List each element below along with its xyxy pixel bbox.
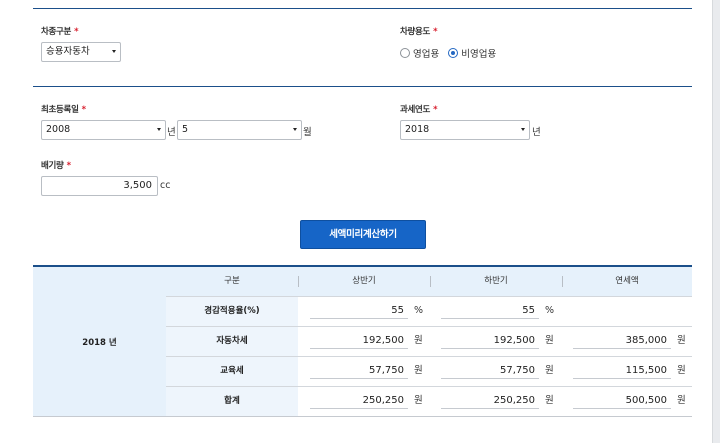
tax-result-table: 2018 년 구분 상반기 하반기 연세액 경감적용율(%) 55 % 55 %… [33,265,692,417]
result-table-header: 구분 상반기 하반기 연세액 [166,267,692,296]
registration-month-unit: 월 [303,127,312,138]
section-divider [33,86,692,87]
first-half-value: 55 [310,303,408,319]
tax-year-unit: 년 [532,127,541,138]
registration-year-select[interactable]: 2008 [41,120,166,140]
usage-label-commercial: 영업용 [413,49,440,60]
first-half-unit: % [414,305,424,316]
chevron-down-icon [112,50,116,53]
annual-unit: 원 [677,335,686,346]
row-label: 합계 [166,387,298,416]
calculate-tax-button[interactable]: 세액미리계산하기 [300,220,426,249]
vehicle-type-select[interactable]: 승용자동차 [41,42,121,62]
chevron-down-icon [521,128,525,131]
vehicle-usage-label: 차량용도 * [400,27,438,37]
first-half-unit: 원 [414,335,423,346]
first-half-unit: 원 [414,395,423,406]
top-divider [33,8,692,9]
displacement-unit: cc [160,180,171,191]
first-half-value: 250,250 [310,393,408,409]
chevron-down-icon [157,128,161,131]
row-label: 경감적용율(%) [166,297,298,326]
usage-radio-noncommercial[interactable] [448,48,459,58]
header-first-half: 상반기 [352,276,376,286]
usage-label-noncommercial: 비영업용 [461,49,497,60]
table-row-total: 합계 250,250 원 250,250 원 500,500 원 [166,386,692,416]
registration-month-select[interactable]: 5 [177,120,302,140]
usage-radio-commercial[interactable] [400,48,410,58]
first-half-value: 57,750 [310,363,408,379]
displacement-input[interactable]: 3,500 [41,176,158,196]
first-half-unit: 원 [414,365,423,376]
header-category: 구분 [224,276,240,286]
annual-unit: 원 [677,365,686,376]
chevron-down-icon [293,128,297,131]
annual-value: 115,500 [573,363,671,379]
vehicle-usage-radio-group: 영업용 비영업용 [400,46,505,60]
table-row-vehicle-tax: 자동차세 192,500 원 192,500 원 385,000 원 [166,326,692,356]
second-half-value: 192,500 [441,333,539,349]
annual-value: 385,000 [573,333,671,349]
annual-unit: 원 [677,395,686,406]
tax-calculator-page: 차종구분 * 승용자동차 차량용도 * 영업용 비영업용 최초등록일 * 2008 년… [0,0,712,443]
header-annual: 연세액 [615,276,639,286]
first-registration-label: 최초등록일 * [41,105,86,115]
second-half-value: 55 [441,303,539,319]
header-second-half: 하반기 [484,276,508,286]
row-label: 자동차세 [166,327,298,356]
first-half-value: 192,500 [310,333,408,349]
second-half-value: 250,250 [441,393,539,409]
second-half-unit: % [545,305,555,316]
second-half-unit: 원 [545,395,554,406]
row-label: 교육세 [166,357,298,386]
table-row-reduction-rate: 경감적용율(%) 55 % 55 % [166,296,692,326]
displacement-label: 배기량 * [41,161,71,171]
vehicle-type-label: 차종구분 * [41,27,79,37]
table-row-education-tax: 교육세 57,750 원 57,750 원 115,500 원 [166,356,692,386]
second-half-value: 57,750 [441,363,539,379]
window-edge [712,0,720,443]
registration-year-unit: 년 [167,127,176,138]
result-year-cell: 2018 년 [33,267,166,416]
annual-value: 500,500 [573,393,671,409]
tax-year-label: 과세연도 * [400,105,438,115]
second-half-unit: 원 [545,335,554,346]
second-half-unit: 원 [545,365,554,376]
tax-year-select[interactable]: 2018 [400,120,530,140]
